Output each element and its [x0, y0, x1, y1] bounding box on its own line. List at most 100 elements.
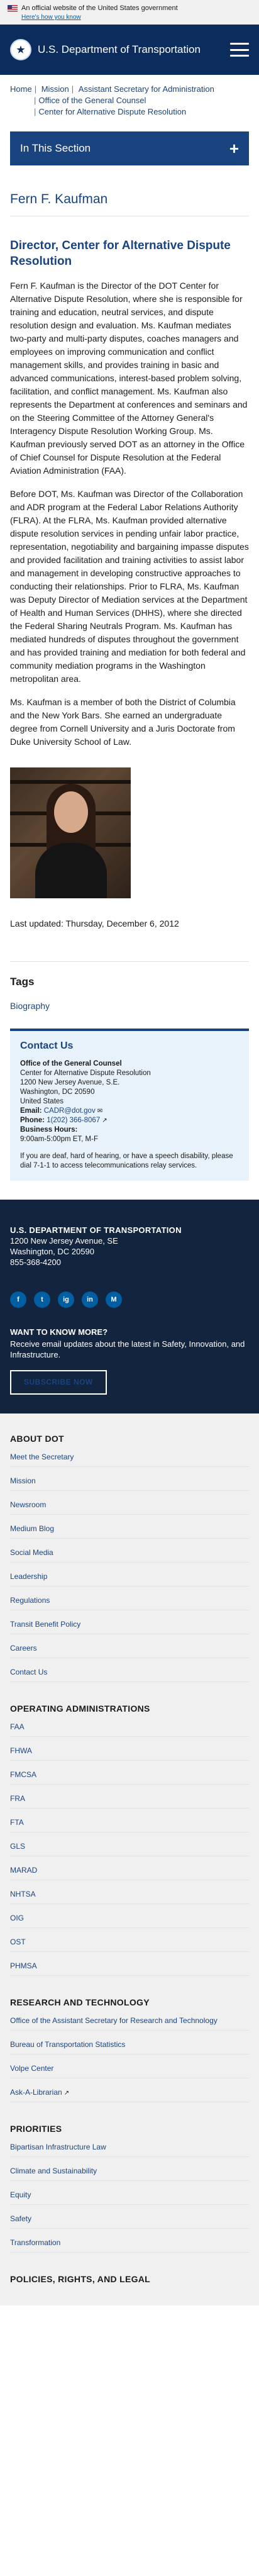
footer-link[interactable]: Equity — [10, 2190, 31, 2199]
section-nav-label: In This Section — [20, 142, 91, 154]
external-link-icon: ↗ — [102, 1117, 107, 1124]
contact-country: United States — [20, 1098, 64, 1105]
linkedin-icon[interactable]: in — [82, 1291, 98, 1308]
footer-link[interactable]: Mission — [10, 1476, 36, 1485]
last-updated: Last updated: Thursday, December 6, 2012 — [10, 918, 179, 928]
portrait-photo — [10, 767, 131, 898]
newsletter-heading: WANT TO KNOW MORE? — [10, 1327, 108, 1337]
footer-section-priorities: PRIORITIES Bipartisan Infrastructure Law… — [10, 2124, 249, 2253]
footer-link[interactable]: Safety — [10, 2214, 31, 2223]
dot-seal-icon: ★ — [10, 39, 31, 60]
footer-link[interactable]: Bureau of Transportation Statistics — [10, 2040, 125, 2049]
footer-link[interactable]: Medium Blog — [10, 1524, 54, 1533]
subscribe-button[interactable]: SUBSCRIBE NOW — [10, 1370, 107, 1395]
footer-link[interactable]: Social Media — [10, 1548, 53, 1557]
footer-link[interactable]: Transformation — [10, 2238, 60, 2247]
footer-link[interactable]: FMCSA — [10, 1770, 36, 1779]
footer-section-research: RESEARCH AND TECHNOLOGY Office of the As… — [10, 1997, 249, 2102]
person-title: Director, Center for Alternative Dispute… — [10, 239, 231, 268]
external-link-icon: ↗ — [63, 2090, 70, 2097]
footer-link[interactable]: Bipartisan Infrastructure Law — [10, 2143, 106, 2151]
footer-link[interactable]: MARAD — [10, 1866, 37, 1875]
footer-link[interactable]: Transit Benefit Policy — [10, 1620, 80, 1629]
footer-link[interactable]: Volpe Center — [10, 2064, 53, 2073]
contact-box: Contact Us Office of the General Counsel… — [10, 1029, 249, 1181]
footer-link[interactable]: FAA — [10, 1722, 25, 1731]
contact-heading: Contact Us — [20, 1040, 74, 1051]
bio-body: Fern F. Kaufman is the Director of the D… — [10, 279, 249, 749]
footer-section-heading: RESEARCH AND TECHNOLOGY — [10, 1997, 150, 2007]
footer-links-area: ABOUT DOT Meet the Secretary Mission New… — [0, 1413, 259, 2306]
footer-link[interactable]: Leadership — [10, 1572, 47, 1581]
footer-link[interactable]: FTA — [10, 1818, 24, 1827]
footer-address-2: Washington, DC 20590 — [10, 1247, 94, 1256]
bio-paragraph: Fern F. Kaufman is the Director of the D… — [10, 281, 248, 476]
menu-icon[interactable] — [230, 43, 249, 57]
footer-section-about: ABOUT DOT Meet the Secretary Mission New… — [10, 1434, 249, 1682]
plus-icon: + — [229, 138, 239, 158]
footer-section-heading: PRIORITIES — [10, 2124, 62, 2134]
footer-link[interactable]: OST — [10, 1938, 26, 1946]
footer-link[interactable]: PHMSA — [10, 1961, 37, 1970]
footer-link[interactable]: Ask-A-Librarian — [10, 2088, 62, 2097]
footer-link[interactable]: Meet the Secretary — [10, 1452, 74, 1461]
footer-section-policies: POLICIES, RIGHTS, AND LEGAL — [10, 2274, 249, 2284]
site-footer: U.S. DEPARTMENT OF TRANSPORTATION 1200 N… — [0, 1200, 259, 1413]
footer-section-heading: ABOUT DOT — [10, 1434, 64, 1444]
twitter-icon[interactable]: t — [34, 1291, 50, 1308]
relay-note: If you are deaf, hard of hearing, or hav… — [20, 1152, 233, 1169]
footer-link[interactable]: FHWA — [10, 1746, 32, 1755]
breadcrumb: Home | Mission | Assistant Secretary for A… — [10, 84, 214, 116]
footer-section-operating-admins: OPERATING ADMINISTRATIONS FAA FHWA FMCSA… — [10, 1703, 249, 1976]
tags-heading: Tags — [10, 961, 249, 988]
footer-link[interactable]: Regulations — [10, 1596, 50, 1605]
site-logo[interactable]: ★ U.S. Department of Transportation — [10, 39, 201, 60]
mail-icon: ✉ — [97, 1108, 103, 1115]
footer-link[interactable]: FRA — [10, 1794, 25, 1803]
breadcrumb-general-counsel[interactable]: Office of the General Counsel — [38, 96, 146, 105]
page-title: Fern F. Kaufman — [10, 192, 249, 216]
contact-center: Center for Alternative Dispute Resolutio… — [20, 1069, 151, 1077]
footer-section-heading: OPERATING ADMINISTRATIONS — [10, 1703, 150, 1714]
contact-office: Office of the General Counsel — [20, 1060, 122, 1068]
breadcrumb-home[interactable]: Home — [10, 84, 32, 94]
gov-banner: An official website of the United States… — [0, 0, 259, 25]
gov-banner-text: An official website of the United States… — [21, 4, 178, 12]
contact-address-2: Washington, DC 20590 — [20, 1088, 95, 1096]
contact-phone-link[interactable]: 1(202) 366-8067 — [47, 1117, 100, 1124]
footer-phone: 855-368-4200 — [10, 1257, 61, 1267]
us-flag-icon — [8, 4, 18, 12]
contact-email-link[interactable]: CADR@dot.gov — [44, 1107, 96, 1115]
social-links: f t ig in M — [10, 1291, 249, 1308]
footer-link[interactable]: Climate and Sustainability — [10, 2166, 97, 2175]
hours-label: Business Hours: — [20, 1126, 78, 1134]
footer-org-name: U.S. DEPARTMENT OF TRANSPORTATION — [10, 1225, 182, 1235]
tag-biography-link[interactable]: Biography — [10, 1001, 249, 1011]
breadcrumb-assistant-secretary[interactable]: Assistant Secretary for Administration — [79, 84, 214, 94]
footer-section-heading: POLICIES, RIGHTS, AND LEGAL — [10, 2274, 151, 2284]
site-title: U.S. Department of Transportation — [38, 43, 201, 55]
email-label: Email: — [20, 1107, 42, 1115]
phone-label: Phone: — [20, 1117, 45, 1124]
facebook-icon[interactable]: f — [10, 1291, 26, 1308]
footer-link[interactable]: GLS — [10, 1842, 25, 1851]
bio-paragraph: Before DOT, Ms. Kaufman was Director of … — [10, 489, 249, 684]
footer-address-1: 1200 New Jersey Avenue, SE — [10, 1236, 118, 1246]
footer-link[interactable]: Newsroom — [10, 1500, 46, 1509]
in-this-section-toggle[interactable]: In This Section + — [10, 131, 249, 165]
footer-link[interactable]: Contact Us — [10, 1668, 47, 1676]
medium-icon[interactable]: M — [106, 1291, 122, 1308]
footer-link[interactable]: NHTSA — [10, 1890, 36, 1899]
newsletter-description: Receive email updates about the latest i… — [10, 1339, 245, 1359]
breadcrumb-cadr[interactable]: Center for Alternative Dispute Resolutio… — [38, 107, 186, 116]
footer-link[interactable]: Careers — [10, 1644, 37, 1653]
breadcrumb-mission[interactable]: Mission — [41, 84, 69, 94]
footer-link[interactable]: OIG — [10, 1914, 24, 1922]
footer-link[interactable]: Office of the Assistant Secretary for Re… — [10, 2016, 218, 2025]
contact-hours: 9:00am-5:00pm ET, M-F — [20, 1135, 98, 1143]
site-header: ★ U.S. Department of Transportation — [0, 25, 259, 75]
instagram-icon[interactable]: ig — [58, 1291, 74, 1308]
bio-paragraph: Ms. Kaufman is a member of both the Dist… — [10, 697, 236, 747]
main-content: Fern F. Kaufman Director, Center for Alt… — [0, 192, 259, 1181]
heres-how-you-know-link[interactable]: Here's how you know — [21, 14, 81, 21]
